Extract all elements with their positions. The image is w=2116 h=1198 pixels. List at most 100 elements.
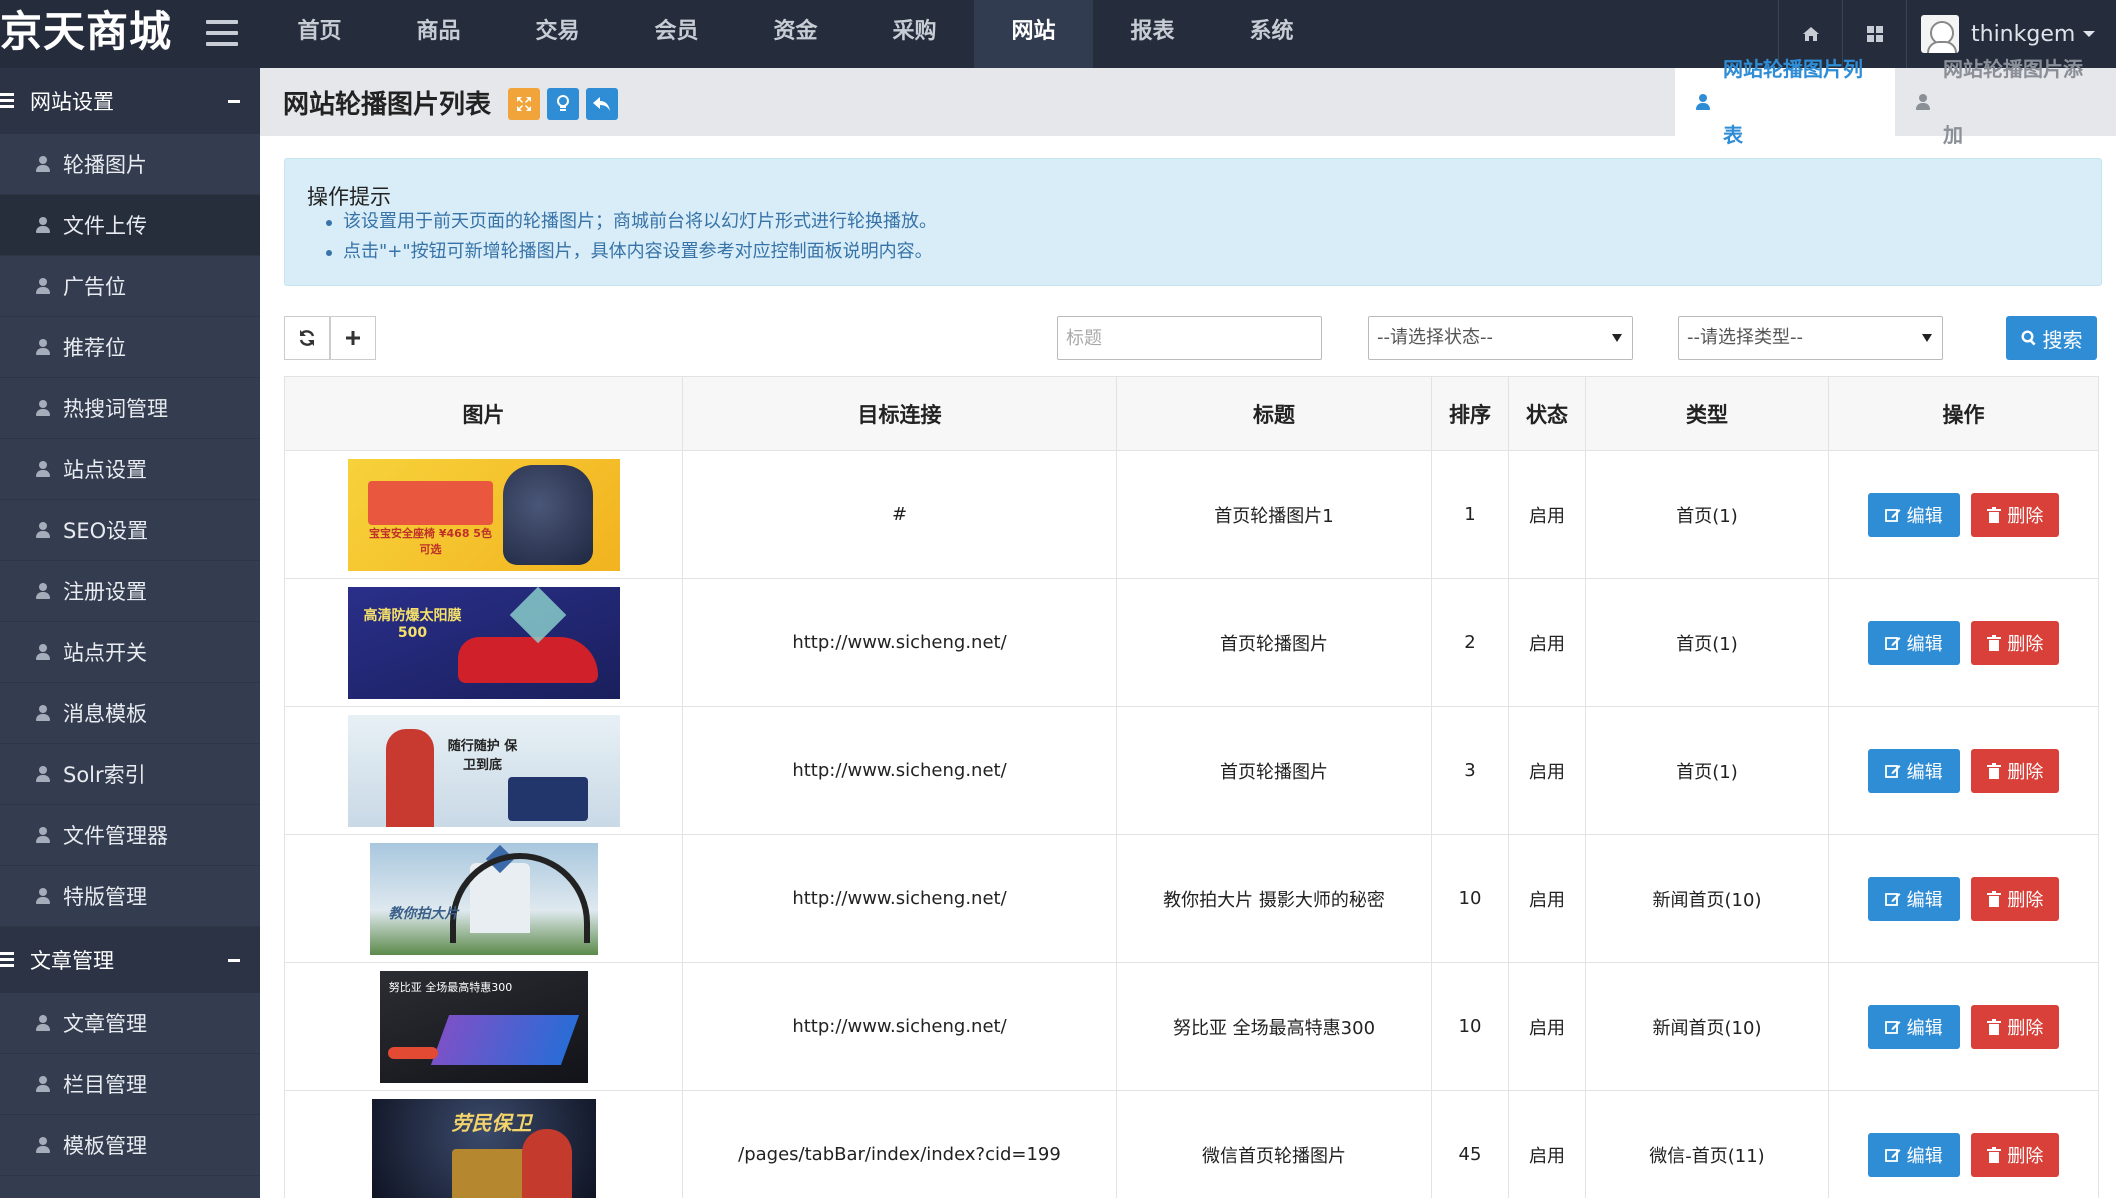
status-cell: 启用	[1508, 450, 1586, 579]
title-cell: 首页轮播图片	[1116, 706, 1432, 835]
edit-button[interactable]: 编辑	[1867, 620, 1960, 665]
sidebar-item-label: 文章管理	[63, 1012, 147, 1036]
link-cell: http://www.sicheng.net/	[682, 578, 1117, 707]
sidebar: 网站设置 轮播图片 文件上传 广告位 推荐位 热搜词管理 站点设置 SEO设置 …	[0, 68, 260, 1198]
title-cell: 教你拍大片 摄影大师的秘密	[1116, 834, 1432, 963]
link-cell: http://www.sicheng.net/	[682, 962, 1117, 1091]
sidebar-item-file-manager[interactable]: 文件管理器	[0, 805, 260, 866]
nav-item-purchase[interactable]: 采购	[855, 0, 974, 68]
banner-thumbnail[interactable]: 随行随护 保卫到底	[347, 714, 620, 827]
column-header: 标题	[1116, 376, 1432, 451]
edit-label: 编辑	[1906, 633, 1943, 655]
banner-text: 随行随护 保卫到底	[447, 738, 518, 773]
sort-cell: 45	[1431, 1090, 1509, 1198]
edit-button[interactable]: 编辑	[1867, 748, 1960, 793]
edit-button[interactable]: 编辑	[1867, 876, 1960, 921]
banner-text: 宝宝安全座椅 ¥468 5色可选	[369, 526, 492, 556]
user-icon	[35, 460, 51, 478]
title-search-input[interactable]	[1057, 316, 1322, 360]
tab-carousel-list[interactable]: 网站轮播图片列表	[1675, 57, 1895, 147]
menu-toggle-icon[interactable]	[206, 20, 238, 48]
table-row: 努比亚 全场最高特惠300 http://www.sicheng.net/ 努比…	[284, 962, 2099, 1091]
tab-carousel-add[interactable]: 网站轮播图片添加	[1895, 57, 2116, 147]
user-icon	[35, 338, 51, 356]
user-icon	[35, 887, 51, 905]
edit-label: 编辑	[1906, 761, 1943, 783]
banner-thumbnail[interactable]: 劳民保卫	[371, 1098, 596, 1198]
expand-icon	[517, 97, 531, 111]
status-cell: 启用	[1508, 578, 1586, 707]
sidebar-item-ad-slot[interactable]: 广告位	[0, 256, 260, 317]
add-button[interactable]	[330, 316, 376, 360]
back-button[interactable]	[586, 88, 618, 120]
edit-button[interactable]: 编辑	[1867, 492, 1960, 537]
status-select[interactable]: --请选择状态--	[1368, 316, 1633, 360]
column-header: 操作	[1828, 376, 2099, 451]
sidebar-item-article-manage[interactable]: 文章管理	[0, 993, 260, 1054]
sidebar-item-seo[interactable]: SEO设置	[0, 500, 260, 561]
sidebar-item-recommend[interactable]: 推荐位	[0, 317, 260, 378]
user-icon	[35, 155, 51, 173]
delete-button[interactable]: 删除	[1971, 1004, 2060, 1049]
sidebar-item-template-manage[interactable]: 模板管理	[0, 1115, 260, 1176]
refresh-button[interactable]	[284, 316, 330, 360]
nav-item-member[interactable]: 会员	[617, 0, 736, 68]
sidebar-item-column-manage[interactable]: 栏目管理	[0, 1054, 260, 1115]
help-button[interactable]	[547, 88, 579, 120]
list-icon	[0, 93, 14, 109]
nav-item-trade[interactable]: 交易	[498, 0, 617, 68]
nav-item-funds[interactable]: 资金	[736, 0, 855, 68]
search-icon	[2020, 330, 2036, 346]
fullscreen-button[interactable]	[508, 88, 540, 120]
delete-button[interactable]: 删除	[1971, 492, 2060, 537]
sidebar-item-label: 站点设置	[63, 458, 147, 482]
sidebar-item-label: 热搜词管理	[63, 397, 168, 421]
list-icon	[0, 952, 14, 968]
title-cell: 首页轮播图片1	[1116, 450, 1432, 579]
sidebar-item-solr[interactable]: Solr索引	[0, 744, 260, 805]
edit-label: 编辑	[1906, 1145, 1943, 1167]
sidebar-item-message-template[interactable]: 消息模板	[0, 683, 260, 744]
sidebar-item-label: SEO设置	[63, 519, 149, 543]
delete-button[interactable]: 删除	[1971, 876, 2060, 921]
sidebar-group-site-settings[interactable]: 网站设置	[0, 68, 260, 134]
sort-cell: 10	[1431, 834, 1509, 963]
user-icon	[35, 643, 51, 661]
sidebar-item-site-switch[interactable]: 站点开关	[0, 622, 260, 683]
edit-icon	[1884, 636, 1901, 650]
delete-button[interactable]: 删除	[1971, 1132, 2060, 1177]
delete-label: 删除	[2007, 633, 2044, 655]
user-icon	[35, 1014, 51, 1032]
banner-thumbnail[interactable]: 教你拍大片	[369, 842, 598, 955]
type-select[interactable]: --请选择类型--	[1678, 316, 1943, 360]
banner-thumbnail[interactable]: 努比亚 全场最高特惠300	[379, 970, 588, 1083]
nav-item-system[interactable]: 系统	[1212, 0, 1331, 68]
banner-thumbnail[interactable]: 宝宝安全座椅 ¥468 5色可选	[347, 458, 620, 571]
dropdown-arrow-icon	[1612, 334, 1622, 342]
delete-button[interactable]: 删除	[1971, 748, 2060, 793]
type-cell: 首页(1)	[1585, 578, 1829, 707]
sidebar-item-hot-words[interactable]: 热搜词管理	[0, 378, 260, 439]
edit-button[interactable]: 编辑	[1867, 1004, 1960, 1049]
nav-item-goods[interactable]: 商品	[379, 0, 498, 68]
sidebar-group-articles[interactable]: 文章管理	[0, 927, 260, 993]
search-button[interactable]: 搜索	[2006, 316, 2097, 360]
user-icon	[35, 521, 51, 539]
sidebar-item-file-upload[interactable]: 文件上传	[0, 195, 260, 256]
delete-label: 删除	[2007, 761, 2044, 783]
sidebar-item-carousel[interactable]: 轮播图片	[0, 134, 260, 195]
nav-item-website[interactable]: 网站	[974, 0, 1093, 68]
user-icon	[35, 277, 51, 295]
nav-item-report[interactable]: 报表	[1093, 0, 1212, 68]
sidebar-item-label: 轮播图片	[63, 153, 147, 177]
nav-item-home[interactable]: 首页	[260, 0, 379, 68]
delete-button[interactable]: 删除	[1971, 620, 2060, 665]
banner-thumbnail[interactable]: 高清防爆太阳膜 500	[347, 586, 620, 699]
user-icon	[1915, 93, 1931, 111]
column-header: 状态	[1508, 376, 1586, 451]
edit-button[interactable]: 编辑	[1867, 1132, 1960, 1177]
sidebar-item-register[interactable]: 注册设置	[0, 561, 260, 622]
brand-logo[interactable]: 京天商城	[0, 0, 190, 68]
sidebar-item-special-edition[interactable]: 特版管理	[0, 866, 260, 927]
sidebar-item-site-settings[interactable]: 站点设置	[0, 439, 260, 500]
